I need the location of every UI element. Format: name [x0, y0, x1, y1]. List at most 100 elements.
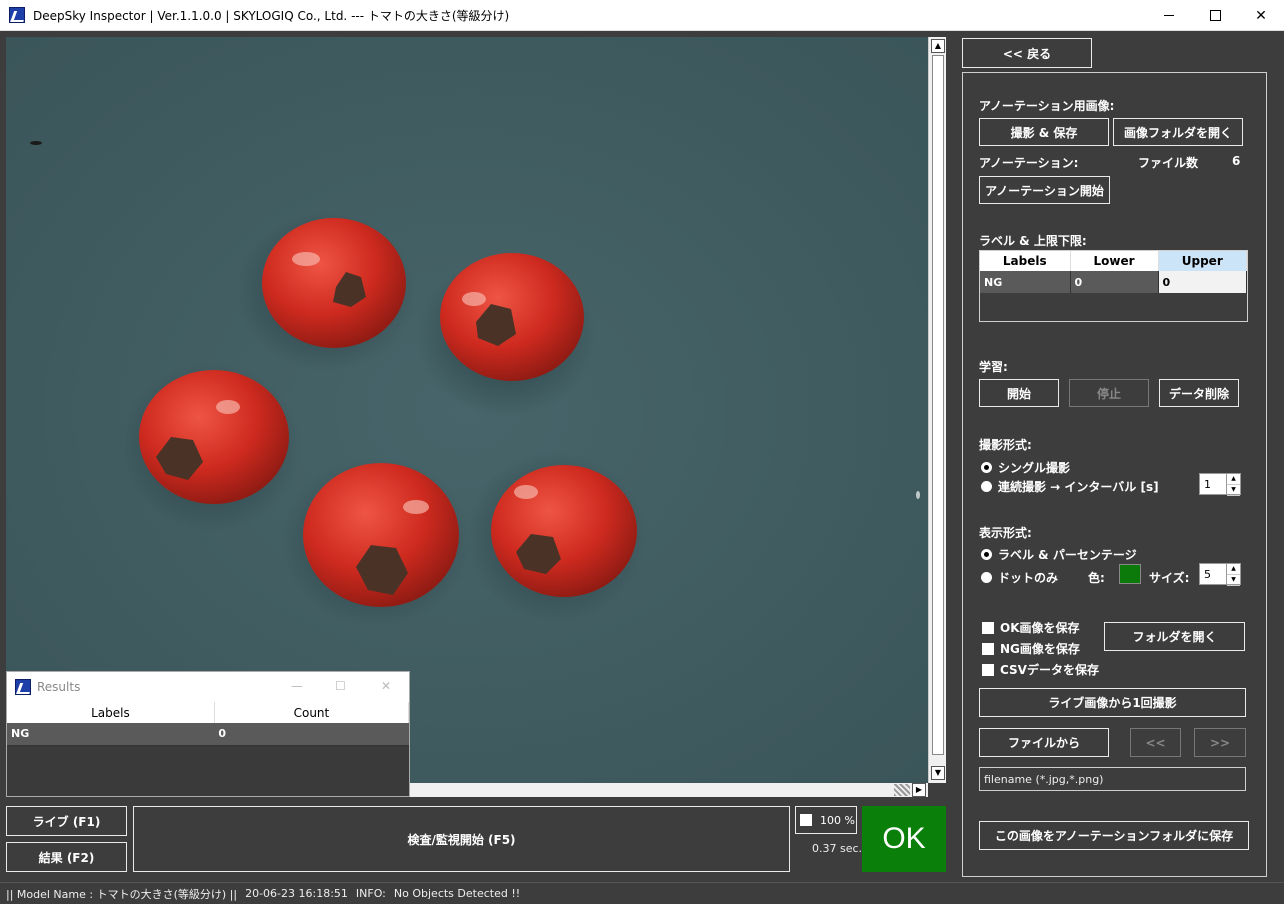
dot-color-swatch[interactable]	[1119, 564, 1141, 584]
annotation-image-label: アノーテーション用画像:	[979, 99, 1115, 113]
results-col-count: Count	[214, 702, 410, 723]
results-app-icon	[15, 679, 31, 695]
learn-stop-button[interactable]: 停止	[1069, 379, 1149, 407]
limits-cell-lower[interactable]: 0	[1070, 271, 1159, 293]
capture-save-button[interactable]: 撮影 & 保存	[979, 118, 1109, 146]
capture-continuous-radio[interactable]: 連続撮影 → インターバル [s]	[981, 478, 1159, 495]
next-image-button[interactable]: >>	[1194, 728, 1246, 757]
learning-label: 学習:	[979, 360, 1008, 374]
window-title: DeepSky Inspector | Ver.1.1.0.0 | SKYLOG…	[33, 8, 510, 23]
limits-col-lower: Lower	[1070, 251, 1159, 271]
stepper-down-icon[interactable]: ▼	[1227, 575, 1240, 586]
capture-single-label: シングル撮影	[998, 461, 1071, 475]
results-button[interactable]: 結果 (F2)	[6, 842, 127, 872]
zoom-toggle[interactable]: 100 %	[795, 806, 857, 834]
prev-image-button[interactable]: <<	[1130, 728, 1181, 757]
save-csv-checkbox[interactable]: CSVデータを保存	[982, 661, 1099, 678]
limits-col-labels: Labels	[980, 251, 1071, 271]
file-count-value: 6	[1232, 154, 1241, 168]
zoom-label: 100 %	[820, 813, 855, 827]
save-ng-label: NG画像を保存	[1000, 642, 1080, 656]
close-icon[interactable]	[1238, 0, 1284, 31]
stepper-up-icon[interactable]: ▲	[1227, 474, 1240, 485]
checkbox-icon[interactable]	[982, 663, 994, 676]
results-cell-label: NG	[7, 723, 215, 746]
save-csv-label: CSVデータを保存	[1000, 663, 1099, 677]
display-label-pct-label: ラベル & パーセンテージ	[998, 548, 1137, 562]
results-table: Labels Count NG 0	[7, 702, 410, 746]
save-ok-label: OK画像を保存	[1000, 621, 1080, 635]
open-image-folder-button[interactable]: 画像フォルダを開く	[1113, 118, 1243, 146]
save-ng-checkbox[interactable]: NG画像を保存	[982, 640, 1080, 657]
checkbox-icon[interactable]	[982, 621, 994, 634]
capture-continuous-label: 連続撮影 → インターバル [s]	[998, 480, 1159, 494]
results-maximize-icon[interactable]: ☐	[335, 679, 346, 693]
verdict-indicator: OK	[862, 806, 946, 872]
data-delete-button[interactable]: データ削除	[1159, 379, 1239, 407]
results-title: Results	[37, 680, 81, 694]
filename-field[interactable]: filename (*.jpg,*.png)	[979, 767, 1246, 791]
elapsed-time: 0.37 sec.	[812, 842, 863, 855]
display-dots-radio[interactable]: ドットのみ	[981, 569, 1058, 586]
checkbox-icon[interactable]	[982, 642, 994, 655]
from-file-button[interactable]: ファイルから	[979, 728, 1109, 757]
scroll-grip[interactable]	[894, 784, 910, 796]
table-row[interactable]: NG 0	[7, 723, 409, 746]
vertical-scrollbar[interactable]: ▲ ▼	[928, 37, 946, 783]
status-info-label: INFO:	[355, 887, 386, 900]
maximize-icon[interactable]	[1192, 0, 1238, 31]
vertical-scroll-thumb[interactable]	[932, 55, 944, 755]
limits-col-upper: Upper	[1158, 251, 1247, 271]
size-stepper[interactable]: 5 ▲ ▼	[1199, 563, 1241, 586]
limits-table[interactable]: Labels Lower Upper NG 0 0	[979, 250, 1248, 322]
capture-once-button[interactable]: ライブ画像から1回撮影	[979, 688, 1246, 717]
color-label: 色:	[1088, 571, 1105, 585]
annotation-start-button[interactable]: アノーテーション開始	[979, 176, 1110, 204]
limits-cell-label: NG	[980, 271, 1071, 293]
inspect-start-button[interactable]: 検査/監視開始 (F5)	[133, 806, 790, 872]
radio-selected-icon	[981, 462, 992, 473]
table-row[interactable]: NG 0 0	[980, 271, 1247, 293]
status-timestamp: 20-06-23 16:18:51	[245, 887, 348, 900]
display-label-pct-radio[interactable]: ラベル & パーセンテージ	[981, 546, 1137, 563]
results-close-icon[interactable]: ✕	[381, 679, 391, 693]
limits-cell-upper[interactable]: 0	[1158, 271, 1247, 293]
live-button[interactable]: ライブ (F1)	[6, 806, 127, 836]
size-label: サイズ:	[1149, 571, 1190, 585]
display-mode-label: 表示形式:	[979, 526, 1032, 540]
limits-label: ラベル & 上限下限:	[979, 234, 1087, 248]
save-ok-checkbox[interactable]: OK画像を保存	[982, 619, 1080, 636]
radio-selected-icon	[981, 549, 992, 560]
display-dots-label: ドットのみ	[998, 571, 1059, 585]
results-title-bar: Results — ☐ ✕	[7, 672, 409, 702]
results-minimize-icon[interactable]: —	[291, 679, 303, 693]
status-bar: || Model Name : トマトの大きさ(等級分け) || 20-06-2…	[0, 882, 1284, 904]
results-window: Results — ☐ ✕ Labels Count NG 0	[6, 671, 410, 797]
capture-single-radio[interactable]: シングル撮影	[981, 459, 1070, 476]
title-bar: DeepSky Inspector | Ver.1.1.0.0 | SKYLOG…	[0, 0, 1284, 31]
status-info: No Objects Detected !!	[393, 887, 521, 900]
file-count-label: ファイル数	[1138, 156, 1199, 170]
back-button[interactable]: << 戻る	[962, 38, 1092, 68]
interval-value: 1	[1204, 477, 1211, 491]
results-cell-count: 0	[214, 723, 409, 746]
radio-unselected-icon	[981, 572, 992, 583]
interval-stepper[interactable]: 1 ▲ ▼	[1199, 473, 1241, 496]
minimize-icon[interactable]	[1146, 0, 1192, 31]
open-folder-button[interactable]: フォルダを開く	[1104, 622, 1245, 651]
status-model: || Model Name : トマトの大きさ(等級分け) ||	[6, 887, 238, 901]
stepper-down-icon[interactable]: ▼	[1227, 485, 1240, 496]
scroll-up-icon[interactable]: ▲	[931, 39, 945, 53]
stepper-up-icon[interactable]: ▲	[1227, 564, 1240, 575]
capture-mode-label: 撮影形式:	[979, 438, 1032, 452]
radio-unselected-icon	[981, 481, 992, 492]
app-logo-icon	[9, 7, 25, 23]
zoom-checkbox[interactable]	[800, 814, 812, 826]
results-col-labels: Labels	[7, 702, 215, 723]
annotation-label: アノーテーション:	[979, 156, 1079, 170]
learn-start-button[interactable]: 開始	[979, 379, 1059, 407]
scroll-down-icon[interactable]: ▼	[931, 766, 945, 780]
size-value: 5	[1204, 567, 1211, 581]
save-to-annotation-button[interactable]: この画像をアノーテーションフォルダに保存	[979, 821, 1249, 850]
scroll-right-icon[interactable]: ▶	[912, 783, 926, 797]
